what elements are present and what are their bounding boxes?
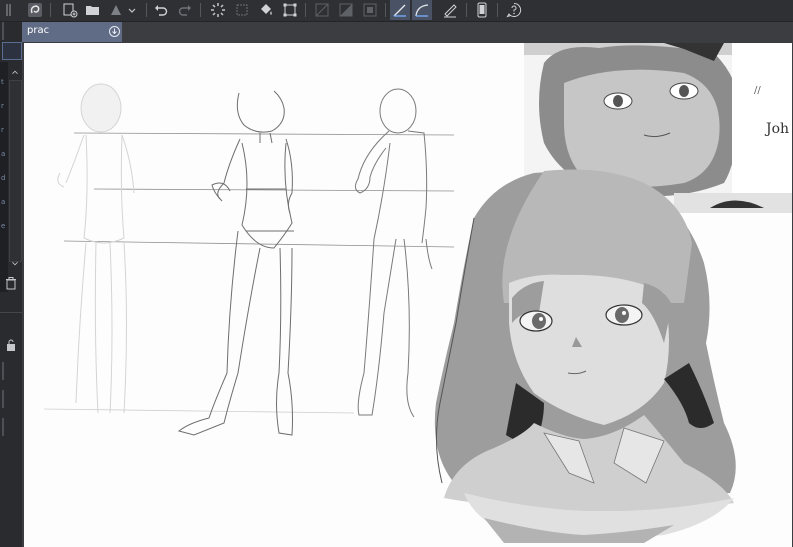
panel-divider	[2, 418, 4, 436]
guide-lines	[43, 132, 455, 414]
save-dropdown-chevron-icon[interactable]	[126, 0, 138, 20]
tab-close-icon[interactable]	[108, 25, 121, 38]
grip-handle[interactable]	[3, 0, 13, 20]
frame-icon[interactable]	[360, 0, 380, 20]
app-logo-icon[interactable]	[25, 0, 45, 20]
smartphone-icon[interactable]	[472, 0, 492, 20]
main-girl-drawing	[434, 169, 736, 543]
scroll-up-chevron-icon[interactable]	[9, 66, 21, 78]
save-icon[interactable]	[106, 0, 126, 20]
scroll-down-chevron-icon[interactable]	[9, 258, 21, 270]
tab-label: prac	[27, 25, 50, 36]
selection-icon[interactable]	[232, 0, 252, 20]
snap-curve-icon[interactable]	[412, 0, 432, 20]
open-folder-icon[interactable]	[83, 0, 103, 20]
panel-divider	[2, 362, 4, 380]
reference-caption-text: Joh	[764, 121, 789, 137]
layer-panel-edge: trradae	[0, 22, 22, 547]
fill-bucket-icon[interactable]	[256, 0, 276, 20]
snap-pen-icon[interactable]	[440, 0, 460, 20]
document-tab-bar: prac	[22, 22, 793, 42]
layer-thumbnail[interactable]	[2, 42, 22, 60]
ruler-off-icon[interactable]	[312, 0, 332, 20]
right-figure-sketch	[354, 88, 433, 418]
tab-prac[interactable]: prac	[22, 22, 122, 42]
panel-divider	[2, 390, 4, 408]
help-icon[interactable]	[504, 0, 524, 20]
middle-figure-sketch	[177, 90, 294, 436]
trash-icon[interactable]	[4, 276, 18, 290]
redo-icon[interactable]	[175, 0, 195, 20]
command-bar	[0, 0, 793, 22]
canvas-artwork: Joh //	[43, 43, 792, 543]
layer-scrollbar[interactable]	[9, 80, 22, 262]
new-canvas-icon[interactable]	[60, 0, 80, 20]
undo-icon[interactable]	[151, 0, 171, 20]
ruler-fill-icon[interactable]	[336, 0, 356, 20]
transform-icon[interactable]	[280, 0, 300, 20]
drawing-canvas[interactable]: Joh //	[24, 43, 792, 547]
panel-divider	[2, 22, 4, 40]
layer-list-strip[interactable]: trradae	[0, 62, 8, 292]
loading-spinner-icon[interactable]	[208, 0, 228, 20]
snap-ruler-icon[interactable]	[390, 0, 410, 20]
svg-text://: //	[754, 85, 761, 96]
lock-icon[interactable]	[4, 338, 18, 352]
